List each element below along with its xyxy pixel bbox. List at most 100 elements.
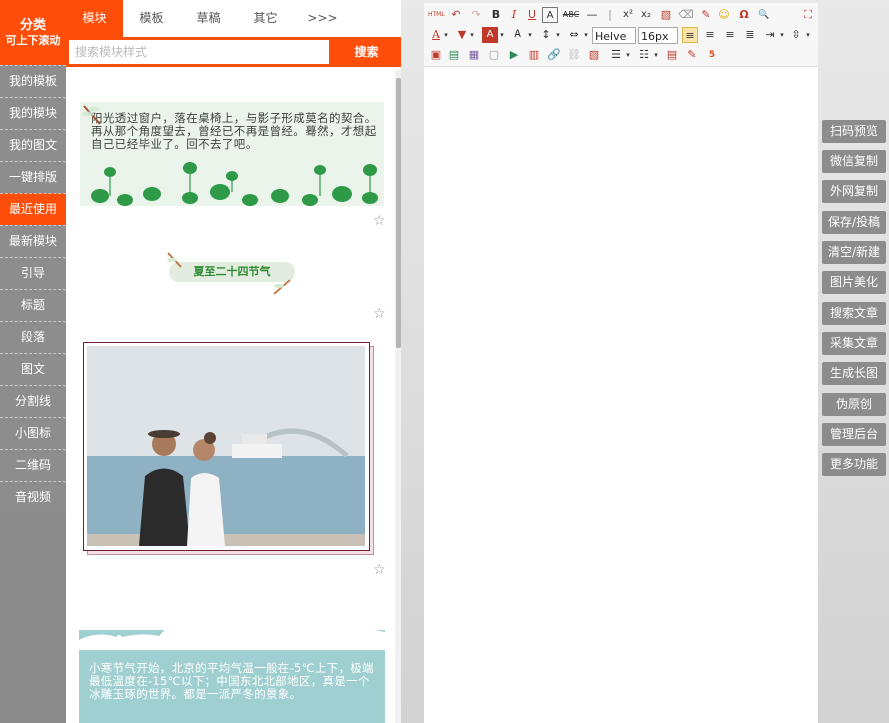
- letter-spacing-icon[interactable]: ⇔: [566, 27, 582, 43]
- emoji-icon[interactable]: ☺: [716, 7, 732, 23]
- wechat-copy-button[interactable]: 微信复制: [822, 150, 886, 173]
- line-height-icon[interactable]: ↕: [538, 27, 554, 43]
- chevron-down-icon[interactable]: ▾: [582, 27, 590, 43]
- chevron-down-icon[interactable]: ▾: [652, 47, 660, 63]
- more-functions-button[interactable]: 更多功能: [822, 453, 886, 476]
- bold-icon[interactable]: B: [488, 7, 504, 23]
- font-family-select[interactable]: Helve: [592, 27, 636, 44]
- category-small-icons[interactable]: 小图标: [0, 417, 66, 449]
- category-my-modules[interactable]: 我的模块: [0, 97, 66, 129]
- favorite-star-icon[interactable]: ☆: [373, 562, 386, 578]
- category-qrcode[interactable]: 二维码: [0, 449, 66, 481]
- table-icon[interactable]: ▥: [526, 47, 542, 63]
- search-replace-icon[interactable]: 🔍: [756, 7, 772, 23]
- align-justify-icon[interactable]: ≣: [742, 27, 758, 43]
- background-color-icon[interactable]: A: [482, 27, 498, 43]
- chevron-down-icon[interactable]: ▾: [498, 27, 506, 43]
- category-latest-modules[interactable]: 最新模块: [0, 225, 66, 257]
- underline-icon[interactable]: U: [524, 7, 540, 23]
- category-my-templates[interactable]: 我的模板: [0, 65, 66, 97]
- template-panel: 模块 模板 草稿 其它 >>> 搜索 阳光透过窗户，落在桌椅上，与影子形成莫名的…: [66, 0, 401, 723]
- undo-icon[interactable]: ↶: [448, 7, 464, 23]
- separator-icon[interactable]: |: [602, 7, 618, 23]
- link-icon[interactable]: 🔗: [546, 47, 562, 63]
- tab-others[interactable]: 其它: [237, 0, 294, 37]
- category-image-text[interactable]: 图文: [0, 353, 66, 385]
- clear-new-button[interactable]: 清空/新建: [822, 241, 886, 264]
- align-right-icon[interactable]: ≡: [722, 27, 738, 43]
- tab-drafts[interactable]: 草稿: [180, 0, 237, 37]
- template-item-minor-cold[interactable]: 小寒节气开始，北京的平均气温一般在-5℃上下，极端最低温度在-15℃以下；中国东…: [79, 602, 385, 723]
- favorite-star-icon[interactable]: ☆: [373, 213, 386, 229]
- favorite-star-icon[interactable]: ☆: [373, 306, 386, 322]
- category-title[interactable]: 标题: [0, 289, 66, 321]
- category-audio-video[interactable]: 音视频: [0, 481, 66, 513]
- horizontal-rule-icon[interactable]: —: [584, 7, 600, 23]
- align-left-icon[interactable]: ≡: [682, 27, 698, 43]
- paragraph-spacing-icon[interactable]: ⇳: [788, 27, 804, 43]
- template-item-sunlight[interactable]: 阳光透过窗户，落在桌椅上，与影子形成莫名的契合。再从那个角度望去，曾经已不再是曾…: [80, 102, 384, 206]
- image-gallery-icon[interactable]: ▦: [466, 47, 482, 63]
- paint-icon[interactable]: ✎: [684, 47, 700, 63]
- video-icon[interactable]: ▶: [506, 47, 522, 63]
- chevron-down-icon[interactable]: ▾: [468, 27, 476, 43]
- template-icon[interactable]: ▤: [664, 47, 680, 63]
- eraser-icon[interactable]: ⌫: [678, 7, 694, 23]
- insert-image-icon[interactable]: ▣: [428, 47, 444, 63]
- html5-icon[interactable]: 5: [704, 47, 720, 63]
- collect-article-button[interactable]: 采集文章: [822, 332, 886, 355]
- redo-icon[interactable]: ↷: [468, 7, 484, 23]
- clear-format-icon[interactable]: ✎: [698, 7, 714, 23]
- special-char-icon[interactable]: Ω: [736, 7, 752, 23]
- tab-more[interactable]: >>>: [294, 0, 351, 37]
- chevron-down-icon[interactable]: ▾: [624, 47, 632, 63]
- category-divider[interactable]: 分割线: [0, 385, 66, 417]
- font-border-icon[interactable]: A: [542, 7, 558, 23]
- external-copy-button[interactable]: 外网复制: [822, 180, 886, 203]
- admin-backend-button[interactable]: 管理后台: [822, 423, 886, 446]
- chevron-down-icon[interactable]: ▾: [554, 27, 562, 43]
- category-one-click-layout[interactable]: 一键排版: [0, 161, 66, 193]
- subscript-icon[interactable]: x₂: [638, 7, 654, 23]
- multi-image-icon[interactable]: ▤: [446, 47, 462, 63]
- search-article-button[interactable]: 搜索文章: [822, 302, 886, 325]
- search-button[interactable]: 搜索: [332, 37, 401, 67]
- template-item-photo-frame[interactable]: [83, 342, 375, 557]
- tab-templates[interactable]: 模板: [123, 0, 180, 37]
- font-size-select[interactable]: 16px: [638, 27, 678, 44]
- search-input[interactable]: [69, 40, 329, 64]
- generate-long-image-button[interactable]: 生成长图: [822, 362, 886, 385]
- editor-content-area[interactable]: [424, 67, 818, 723]
- image-beautify-button[interactable]: 图片美化: [822, 271, 886, 294]
- template-item-solstice-title[interactable]: 夏至二十四节气: [167, 252, 295, 295]
- insert-frame-icon[interactable]: ▧: [586, 47, 602, 63]
- fullscreen-icon[interactable]: ⛶: [800, 7, 816, 23]
- format-brush-icon[interactable]: ▧: [658, 7, 674, 23]
- italic-icon[interactable]: I: [506, 7, 522, 23]
- ordered-list-icon[interactable]: ☰: [608, 47, 624, 63]
- html-source-icon[interactable]: HTML: [428, 7, 445, 23]
- text-transform-icon[interactable]: Ꭺ: [510, 27, 526, 43]
- indent-icon[interactable]: ⇥: [762, 27, 778, 43]
- scrollbar-thumb[interactable]: [396, 78, 401, 348]
- category-my-articles[interactable]: 我的图文: [0, 129, 66, 161]
- category-paragraph[interactable]: 段落: [0, 321, 66, 353]
- tab-modules[interactable]: 模块: [66, 0, 123, 37]
- unlink-icon[interactable]: ⛓: [566, 47, 582, 63]
- pseudo-original-button[interactable]: 伪原创: [822, 393, 886, 416]
- category-header: 分类 可上下滚动: [0, 0, 66, 65]
- category-header-title: 分类: [19, 17, 46, 33]
- strikethrough-icon[interactable]: ABC: [560, 7, 582, 23]
- chevron-down-icon[interactable]: ▾: [804, 27, 812, 43]
- category-recently-used[interactable]: 最近使用: [0, 193, 66, 225]
- scan-preview-button[interactable]: 扫码预览: [822, 120, 886, 143]
- category-guide[interactable]: 引导: [0, 257, 66, 289]
- align-center-icon[interactable]: ≡: [702, 27, 718, 43]
- chevron-down-icon[interactable]: ▾: [442, 27, 450, 43]
- chevron-down-icon[interactable]: ▾: [778, 27, 786, 43]
- save-submit-button[interactable]: 保存/投稿: [822, 211, 886, 234]
- unordered-list-icon[interactable]: ☷: [636, 47, 652, 63]
- superscript-icon[interactable]: x²: [620, 7, 636, 23]
- image-link-icon[interactable]: ▢: [486, 47, 502, 63]
- chevron-down-icon[interactable]: ▾: [526, 27, 534, 43]
